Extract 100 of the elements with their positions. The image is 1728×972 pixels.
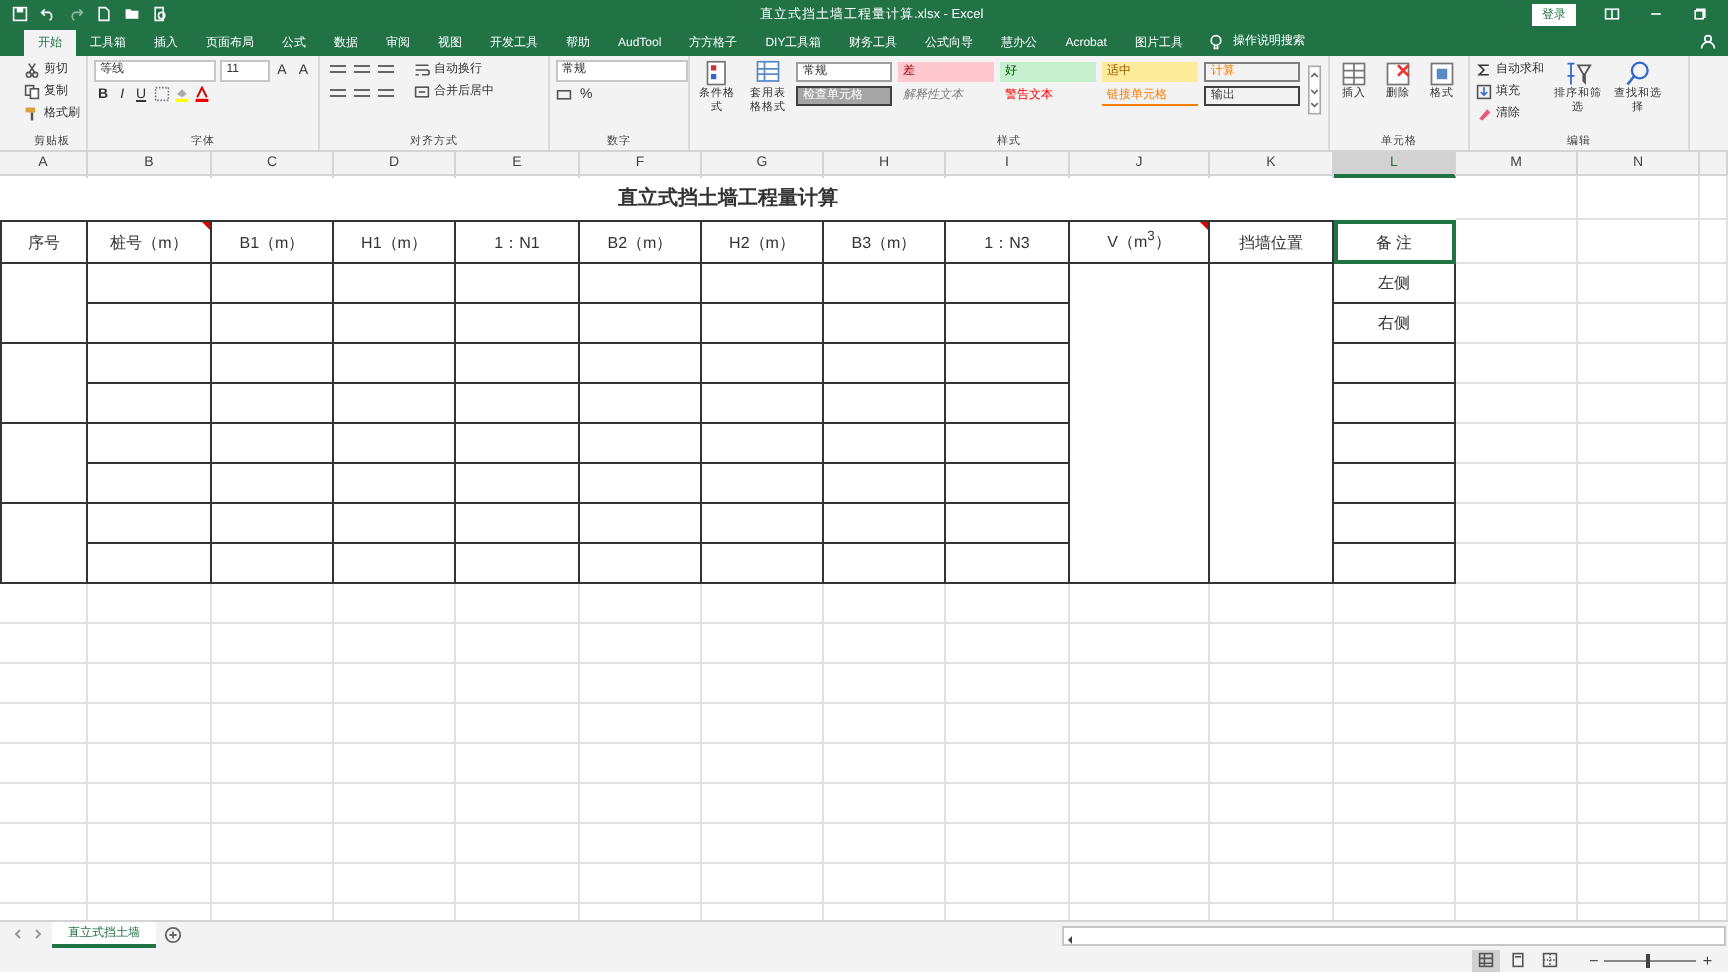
- spreadsheet-cell[interactable]: [0, 824, 88, 864]
- spreadsheet-cell[interactable]: [946, 664, 1070, 704]
- table-cell[interactable]: [824, 304, 946, 344]
- spreadsheet-cell[interactable]: [1456, 824, 1578, 864]
- spreadsheet-cell[interactable]: [456, 664, 580, 704]
- table-cell[interactable]: [946, 304, 1070, 344]
- spreadsheet-cell[interactable]: [1334, 824, 1456, 864]
- spreadsheet-cell[interactable]: [1578, 176, 1700, 220]
- fill-color-icon[interactable]: [174, 86, 191, 102]
- spreadsheet-cell[interactable]: [1700, 784, 1728, 824]
- table-header-cell[interactable]: 桩号（m）: [88, 220, 212, 264]
- table-cell[interactable]: [1070, 264, 1210, 584]
- spreadsheet-cell[interactable]: [0, 864, 88, 904]
- spreadsheet-cell[interactable]: [1456, 744, 1578, 784]
- spreadsheet-cell[interactable]: [212, 864, 334, 904]
- table-cell[interactable]: [334, 344, 456, 384]
- table-cell[interactable]: [456, 264, 580, 304]
- spreadsheet-cell[interactable]: [1578, 344, 1700, 384]
- spreadsheet-cell[interactable]: [0, 624, 88, 664]
- table-cell[interactable]: [212, 424, 334, 464]
- table-cell[interactable]: [212, 384, 334, 424]
- spreadsheet-cell[interactable]: [1334, 864, 1456, 904]
- spreadsheet-cell[interactable]: [1334, 664, 1456, 704]
- spreadsheet-cell[interactable]: [456, 584, 580, 624]
- table-cell[interactable]: [456, 504, 580, 544]
- spreadsheet-cell[interactable]: [824, 664, 946, 704]
- spreadsheet-cell[interactable]: [88, 744, 212, 784]
- table-cell[interactable]: [946, 264, 1070, 304]
- spreadsheet-cell[interactable]: [824, 744, 946, 784]
- spreadsheet-cell[interactable]: [212, 664, 334, 704]
- spreadsheet-cell[interactable]: [1578, 464, 1700, 504]
- spreadsheet-cell[interactable]: [1700, 704, 1728, 744]
- spreadsheet-cell[interactable]: [456, 624, 580, 664]
- spreadsheet-cell[interactable]: [1700, 384, 1728, 424]
- spreadsheet-cell[interactable]: [212, 824, 334, 864]
- table-cell[interactable]: [88, 384, 212, 424]
- table-cell[interactable]: [212, 344, 334, 384]
- table-cell[interactable]: [824, 384, 946, 424]
- table-cell[interactable]: [946, 424, 1070, 464]
- table-header-cell[interactable]: V（m$^{3}$）: [1070, 220, 1210, 264]
- table-header-cell[interactable]: B2（m）: [580, 220, 702, 264]
- spreadsheet-cell[interactable]: [88, 784, 212, 824]
- spreadsheet-cell[interactable]: [1210, 704, 1334, 744]
- table-cell[interactable]: [334, 384, 456, 424]
- table-cell[interactable]: [580, 464, 702, 504]
- spreadsheet-cell[interactable]: [1456, 584, 1578, 624]
- table-cell[interactable]: [0, 344, 88, 424]
- table-cell[interactable]: [1334, 504, 1456, 544]
- spreadsheet-cell[interactable]: [1700, 304, 1728, 344]
- spreadsheet-cell[interactable]: [580, 584, 702, 624]
- spreadsheet-cell[interactable]: [1456, 264, 1578, 304]
- spreadsheet-cell[interactable]: [1578, 664, 1700, 704]
- spreadsheet-cell[interactable]: [334, 744, 456, 784]
- spreadsheet-cell[interactable]: [1578, 264, 1700, 304]
- spreadsheet-cell[interactable]: [0, 584, 88, 624]
- spreadsheet-cell[interactable]: [580, 664, 702, 704]
- spreadsheet-cell[interactable]: [824, 704, 946, 744]
- table-cell[interactable]: [456, 424, 580, 464]
- table-cell[interactable]: [456, 384, 580, 424]
- spreadsheet-cell[interactable]: [334, 704, 456, 744]
- spreadsheet-cell[interactable]: [1578, 220, 1700, 264]
- spreadsheet-cell[interactable]: [702, 704, 824, 744]
- spreadsheet-cell[interactable]: [1700, 584, 1728, 624]
- table-header-cell[interactable]: 1：N1: [456, 220, 580, 264]
- table-cell[interactable]: [946, 504, 1070, 544]
- spreadsheet-cell[interactable]: [334, 664, 456, 704]
- spreadsheet-cell[interactable]: [1578, 824, 1700, 864]
- spreadsheet-cell[interactable]: [88, 704, 212, 744]
- spreadsheet-cell[interactable]: [334, 824, 456, 864]
- table-cell[interactable]: [824, 544, 946, 584]
- table-cell[interactable]: [1334, 344, 1456, 384]
- spreadsheet-cell[interactable]: [702, 664, 824, 704]
- spreadsheet-cell[interactable]: [1334, 584, 1456, 624]
- table-cell[interactable]: [1210, 264, 1334, 584]
- table-cell[interactable]: [580, 304, 702, 344]
- spreadsheet-cell[interactable]: [456, 784, 580, 824]
- table-cell[interactable]: [702, 344, 824, 384]
- spreadsheet-cell[interactable]: [1578, 704, 1700, 744]
- spreadsheet-cell[interactable]: [1578, 744, 1700, 784]
- spreadsheet-cell[interactable]: [1070, 824, 1210, 864]
- table-header-cell[interactable]: H1（m）: [334, 220, 456, 264]
- spreadsheet-cell[interactable]: [212, 624, 334, 664]
- spreadsheet-cell[interactable]: [1700, 176, 1728, 220]
- table-cell[interactable]: [580, 424, 702, 464]
- spreadsheet-cell[interactable]: [0, 784, 88, 824]
- spreadsheet-cell[interactable]: [1456, 176, 1578, 220]
- table-cell[interactable]: [824, 344, 946, 384]
- spreadsheet-cell[interactable]: [1210, 664, 1334, 704]
- table-cell[interactable]: [702, 544, 824, 584]
- table-cell[interactable]: [456, 344, 580, 384]
- table-cell[interactable]: [212, 304, 334, 344]
- spreadsheet-cell[interactable]: [824, 864, 946, 904]
- undo-icon[interactable]: [40, 6, 56, 22]
- spreadsheet-cell[interactable]: [1700, 624, 1728, 664]
- table-cell[interactable]: [212, 544, 334, 584]
- spreadsheet-cell[interactable]: [1456, 704, 1578, 744]
- table-cell[interactable]: [334, 504, 456, 544]
- spreadsheet-cell[interactable]: [456, 704, 580, 744]
- spreadsheet-cell[interactable]: [824, 624, 946, 664]
- table-cell[interactable]: [1334, 384, 1456, 424]
